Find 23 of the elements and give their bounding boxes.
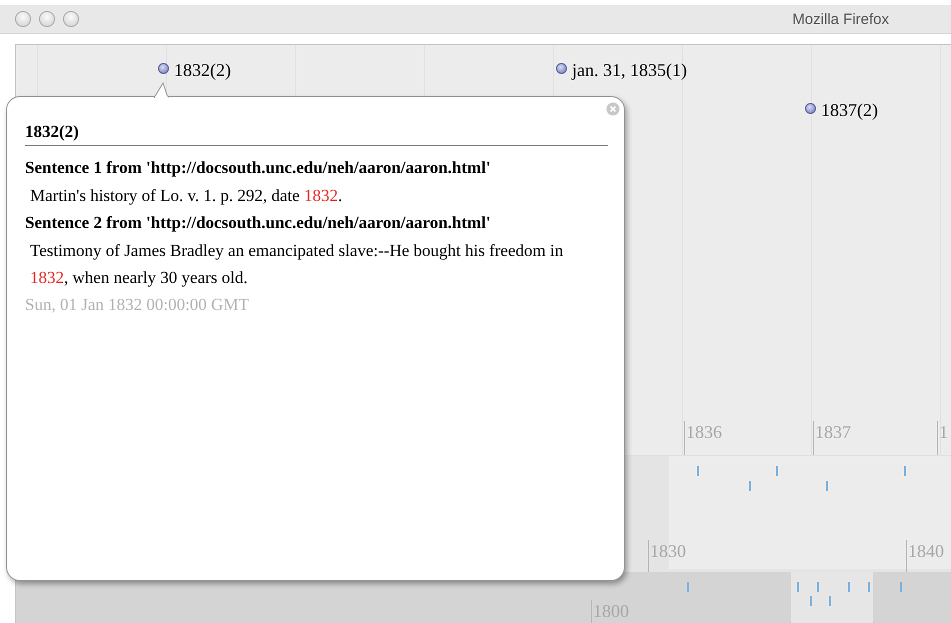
sentence-text: Martin's history of Lo. v. 1. p. 292, date 1832.	[29, 185, 344, 207]
event-label[interactable]: 1832(2)	[174, 61, 231, 79]
close-icon[interactable]	[606, 102, 620, 116]
window-title: Mozilla Firefox	[792, 10, 889, 28]
zoom-window-button[interactable]	[63, 11, 79, 27]
event-date: Sun, 01 Jan 1832 00:00:00 GMT	[25, 294, 250, 316]
sentence-heading: Sentence 1 from 'http://docsouth.unc.edu/neh/aaron/aaron.html'	[25, 157, 492, 179]
year-label: 1836	[686, 422, 722, 442]
minimize-window-button[interactable]	[39, 11, 55, 27]
event-dot-icon[interactable]	[158, 63, 169, 74]
year-label: 1830	[650, 541, 686, 561]
year-label: 1	[939, 422, 948, 442]
year-label: 1837	[815, 422, 851, 442]
close-window-button[interactable]	[15, 11, 31, 27]
event-label[interactable]: jan. 31, 1835(1)	[572, 61, 687, 79]
popup-title: 1832(2)	[25, 106, 608, 146]
event-dot-icon[interactable]	[556, 63, 567, 74]
event-label[interactable]: 1837(2)	[821, 101, 878, 119]
sentence-text: Testimony of James Bradley an emancipated slave:--He bought his freedom in 1832, when nearly 30 years old.	[29, 240, 564, 289]
year-label: 1840	[908, 541, 944, 561]
event-dot-icon[interactable]	[805, 103, 816, 114]
sentence-heading: Sentence 2 from 'http://docsouth.unc.edu/neh/aaron/aaron.html'	[25, 212, 492, 234]
visible-range-highlight[interactable]	[791, 572, 873, 623]
